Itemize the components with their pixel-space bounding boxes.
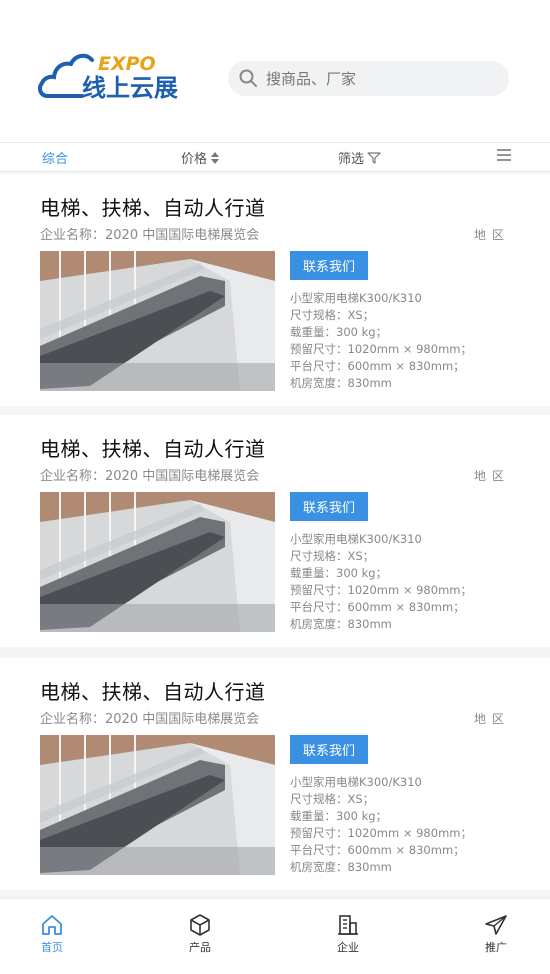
product-image[interactable] — [40, 492, 275, 632]
filter-comprehensive[interactable]: 综合 — [42, 148, 68, 167]
spec-line: 机房宽度：830mm — [290, 617, 392, 631]
tab-products[interactable]: 产品 — [170, 913, 230, 955]
company-name: 企业名称：2020 中国国际电梯展览会 — [40, 469, 260, 484]
send-icon — [485, 915, 507, 935]
contact-us-button[interactable]: 联系我们 — [290, 735, 368, 764]
product-specs: 小型家用电梯K300/K310 尺寸规格：XS； 载重量：300 kg； 预留尺… — [290, 531, 472, 633]
search-bar[interactable] — [228, 61, 509, 96]
tab-enterprise[interactable]: 企业 — [318, 913, 378, 955]
spec-line: 机房宽度：830mm — [290, 860, 392, 874]
spec-line: 小型家用电梯K300/K310 — [290, 532, 422, 546]
svg-text:EXPO: EXPO — [98, 53, 156, 75]
product-specs: 小型家用电梯K300/K310 尺寸规格：XS； 载重量：300 kg； 预留尺… — [290, 774, 472, 876]
product-image[interactable] — [40, 251, 275, 391]
product-card[interactable]: 电梯、扶梯、自动人行道 企业名称：2020 中国国际电梯展览会 地区 联系我们 … — [0, 415, 550, 647]
search-input[interactable] — [266, 61, 502, 96]
spec-line: 尺寸规格：XS； — [290, 308, 375, 322]
filter-comprehensive-label: 综合 — [42, 152, 69, 167]
contact-us-button[interactable]: 联系我们 — [290, 492, 368, 521]
spec-line: 载重量：300 kg； — [290, 566, 388, 580]
spec-line: 平台尺寸：600mm × 830mm； — [290, 600, 465, 614]
list-view-toggle[interactable] — [493, 147, 512, 163]
product-title[interactable]: 电梯、扶梯、自动人行道 — [40, 192, 266, 221]
app-header: EXPO 线上云展 — [0, 0, 550, 142]
tab-home[interactable]: 首页 — [22, 913, 82, 955]
spec-line: 小型家用电梯K300/K310 — [290, 775, 422, 789]
search-icon — [239, 69, 257, 87]
filter-price-label: 价格 — [181, 152, 208, 167]
spec-line: 预留尺寸：1020mm × 980mm； — [290, 583, 472, 597]
region-label[interactable]: 地区 — [474, 710, 510, 727]
bottom-tab-bar: 首页 产品 企业 推广 — [0, 898, 550, 974]
spec-line: 尺寸规格：XS； — [290, 549, 375, 563]
filter-screen-label: 筛选 — [338, 152, 365, 167]
region-label[interactable]: 地区 — [474, 226, 510, 243]
contact-us-button[interactable]: 联系我们 — [290, 251, 368, 280]
spec-line: 载重量：300 kg； — [290, 809, 388, 823]
filter-price[interactable]: 价格 — [181, 148, 220, 167]
company-name: 企业名称：2020 中国国际电梯展览会 — [40, 712, 260, 727]
sort-arrows-icon — [211, 151, 220, 164]
tab-enterprise-label: 企业 — [337, 941, 359, 954]
svg-text:线上云展: 线上云展 — [82, 74, 178, 102]
region-label[interactable]: 地区 — [474, 467, 510, 484]
tab-products-label: 产品 — [189, 941, 211, 954]
spec-line: 预留尺寸：1020mm × 980mm； — [290, 342, 472, 356]
spec-line: 小型家用电梯K300/K310 — [290, 291, 422, 305]
box-icon — [190, 914, 210, 936]
product-card[interactable]: 电梯、扶梯、自动人行道 企业名称：2020 中国国际电梯展览会 地区 联系我们 … — [0, 174, 550, 406]
spec-line: 平台尺寸：600mm × 830mm； — [290, 359, 465, 373]
spec-line: 载重量：300 kg； — [290, 325, 388, 339]
spec-line: 平台尺寸：600mm × 830mm； — [290, 843, 465, 857]
product-image[interactable] — [40, 735, 275, 875]
spec-line: 预留尺寸：1020mm × 980mm； — [290, 826, 472, 840]
product-card[interactable]: 电梯、扶梯、自动人行道 企业名称：2020 中国国际电梯展览会 地区 联系我们 … — [0, 658, 550, 890]
filter-bar: 综合 价格 筛选 — [0, 142, 550, 172]
spec-line: 机房宽度：830mm — [290, 376, 392, 390]
home-icon — [42, 915, 62, 935]
expo-logo[interactable]: EXPO 线上云展 — [38, 40, 188, 102]
filter-screen[interactable]: 筛选 — [338, 148, 381, 167]
tab-promotion[interactable]: 推广 — [466, 913, 526, 955]
company-name: 企业名称：2020 中国国际电梯展览会 — [40, 228, 260, 243]
product-specs: 小型家用电梯K300/K310 尺寸规格：XS； 载重量：300 kg； 预留尺… — [290, 290, 472, 392]
product-title[interactable]: 电梯、扶梯、自动人行道 — [40, 433, 266, 462]
menu-icon — [497, 149, 511, 161]
product-title[interactable]: 电梯、扶梯、自动人行道 — [40, 676, 266, 705]
spec-line: 尺寸规格：XS； — [290, 792, 375, 806]
tab-home-label: 首页 — [41, 941, 63, 954]
building-icon — [338, 915, 358, 935]
funnel-icon — [367, 151, 381, 164]
tab-promotion-label: 推广 — [485, 941, 507, 954]
